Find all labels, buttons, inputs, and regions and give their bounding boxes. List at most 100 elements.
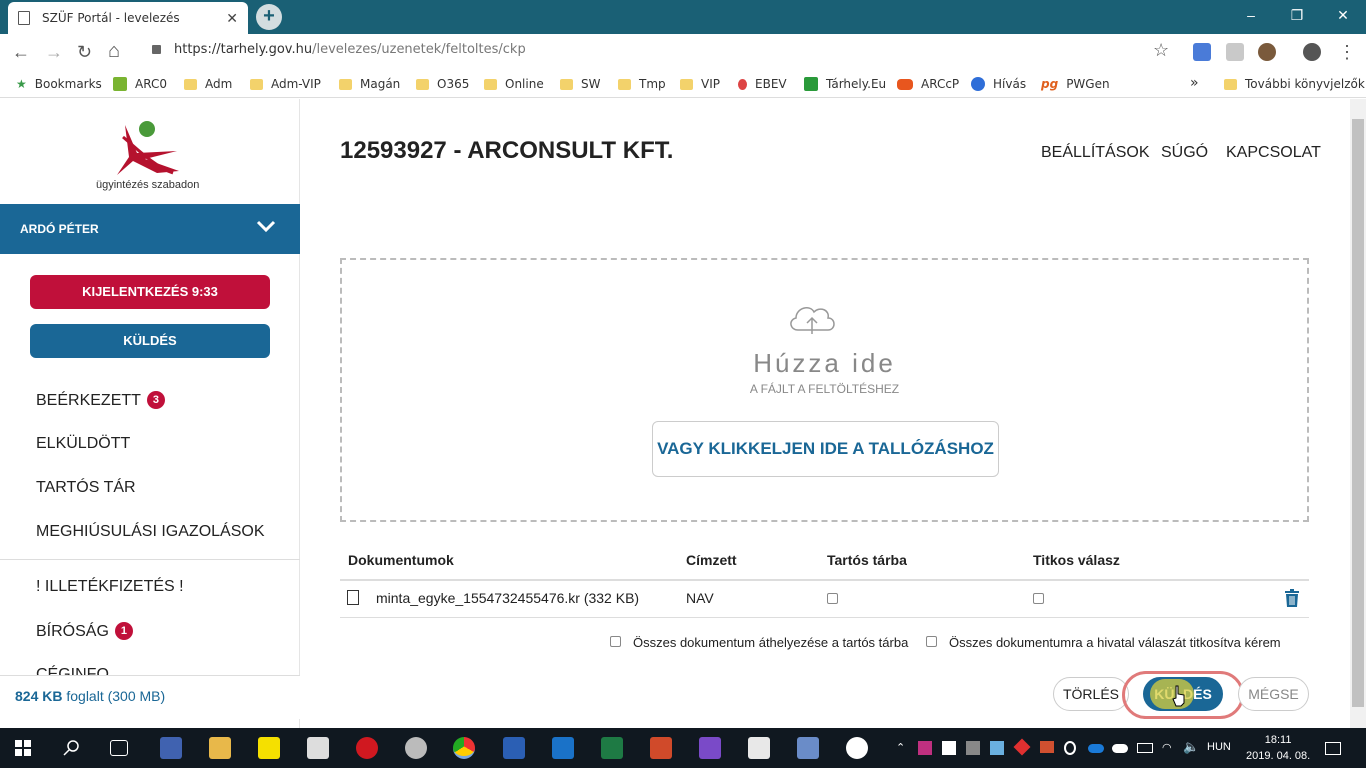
tray-tools-icon[interactable] (1040, 741, 1054, 753)
chevron-down-icon[interactable] (256, 216, 276, 236)
trash-icon[interactable] (1284, 589, 1300, 607)
nav-contact[interactable]: KAPCSOLAT (1226, 144, 1321, 162)
clock[interactable]: 18:11 2019. 04. 08. (1246, 732, 1310, 764)
file-explorer-icon[interactable] (209, 737, 231, 759)
tray-shield-icon[interactable] (942, 741, 956, 755)
tray-flag-icon[interactable] (966, 741, 980, 755)
calculator-icon[interactable] (307, 737, 329, 759)
security-app-icon[interactable] (405, 737, 427, 759)
bookmark-item[interactable]: Adm-VIP (250, 77, 321, 91)
permanent-checkbox[interactable] (827, 593, 838, 604)
new-tab-button[interactable]: + (256, 4, 282, 30)
wifi-icon[interactable]: ◠ (1162, 741, 1172, 754)
browse-button[interactable]: VAGY KLIKKELJEN IDE A TALLÓZÁSHOZ (652, 421, 999, 477)
language-indicator[interactable]: HUN (1207, 741, 1231, 753)
nav-settings[interactable]: BEÁLLÍTÁSOK (1041, 144, 1150, 162)
onedrive-icon[interactable] (1088, 744, 1104, 753)
bookmark-item[interactable]: O365 (416, 77, 469, 91)
windows-start-icon[interactable] (15, 740, 31, 756)
page-scrollbar[interactable] (1350, 99, 1366, 728)
sidebar-item-storage[interactable]: TARTÓS TÁR (36, 479, 136, 497)
bookmark-item[interactable]: ARC0 (113, 77, 167, 91)
tray-up-icon[interactable]: ⌃ (896, 741, 905, 754)
word-icon[interactable] (503, 737, 525, 759)
bookmark-item[interactable]: SW (560, 77, 600, 91)
bookmark-item[interactable]: Magán (339, 77, 400, 91)
bookmark-item[interactable]: ★ Bookmarks (16, 77, 102, 91)
sidebar-item-court[interactable]: BÍRÓSÁG 1 (36, 622, 133, 641)
close-tab-icon[interactable]: ✕ (226, 10, 238, 27)
sidebar-item-inbox[interactable]: BEÉRKEZETT 3 (36, 391, 165, 410)
cookie-extension-icon[interactable] (1258, 43, 1276, 61)
sidebar-item-sent[interactable]: ELKÜLDÖTT (36, 435, 130, 453)
send-nav-button[interactable]: KÜLDÉS (30, 324, 270, 358)
bookmark-item[interactable]: ARCcP (897, 77, 959, 91)
battery-icon[interactable] (1137, 743, 1153, 753)
nav-help[interactable]: SÚGÓ (1161, 144, 1208, 162)
powerpoint-icon[interactable] (650, 737, 672, 759)
tray-app-icon[interactable] (918, 741, 932, 755)
minimize-button[interactable]: – (1228, 0, 1274, 30)
volume-icon[interactable]: 🔈 (1183, 739, 1199, 755)
cancel-button[interactable]: MÉGSE (1238, 677, 1309, 711)
logout-button[interactable]: KIJELENTKEZÉS 9:33 (30, 275, 270, 309)
bookmark-item[interactable]: Adm (184, 77, 232, 91)
browser-menu-icon[interactable]: ⋮ (1338, 42, 1356, 63)
logo-tagline: ügyintézés szabadon (96, 179, 200, 191)
bookmark-item[interactable]: Online (484, 77, 544, 91)
bookmark-item[interactable]: Tmp (618, 77, 666, 91)
encrypt-all-label: Összes dokumentumra a hivatal válaszát t… (949, 635, 1281, 650)
bookmark-item[interactable]: pg PWGen (1041, 77, 1110, 91)
clock-time: 18:11 (1264, 734, 1292, 746)
onedrive-personal-icon[interactable] (1112, 744, 1128, 753)
bookmark-star-icon[interactable]: ☆ (1153, 40, 1169, 61)
task-view-icon[interactable] (110, 740, 128, 756)
url-path: /levelezes/uzenetek/feltoltes/ckp (312, 42, 526, 57)
home-icon[interactable]: ⌂ (108, 40, 120, 63)
folder-icon (618, 78, 631, 90)
search-icon[interactable] (63, 739, 81, 757)
user-menu[interactable]: ARDÓ PÉTER (0, 204, 300, 254)
todo-app-icon[interactable] (748, 737, 770, 759)
bookmark-item[interactable]: Hívás (971, 77, 1026, 91)
scroll-thumb[interactable] (1352, 119, 1364, 707)
translate-extension-icon[interactable] (1193, 43, 1211, 61)
folder-icon (184, 78, 197, 90)
star-icon: ★ (16, 77, 27, 91)
tray-red-icon[interactable] (1013, 738, 1031, 756)
outlook-icon[interactable] (552, 737, 574, 759)
chrome-icon[interactable] (453, 737, 475, 759)
secret-checkbox[interactable] (1033, 593, 1044, 604)
sidebar-item-failures[interactable]: MEGHIÚSULÁSI IGAZOLÁSOK (36, 523, 265, 541)
bookmark-item[interactable]: VIP (680, 77, 720, 91)
profile-avatar[interactable] (1303, 43, 1321, 61)
browser-tab[interactable]: SZÜF Portál - levelezés ✕ (8, 2, 248, 34)
folder-icon (560, 78, 573, 90)
move-all-checkbox[interactable] (610, 636, 621, 647)
bookmark-item[interactable]: Tárhely.Eu (804, 77, 886, 91)
back-icon[interactable]: ← (12, 42, 30, 63)
remote-desktop-icon[interactable] (797, 737, 819, 759)
encrypt-all-checkbox[interactable] (926, 636, 937, 647)
reload-icon[interactable]: ↻ (77, 42, 92, 63)
close-window-button[interactable]: ✕ (1320, 0, 1366, 30)
visual-studio-icon[interactable] (699, 737, 721, 759)
other-bookmarks[interactable]: További könyvjelzők (1224, 77, 1365, 91)
sticky-notes-icon[interactable] (258, 737, 280, 759)
bookmarks-overflow-icon[interactable]: » (1190, 75, 1199, 91)
sidebar-item-fees[interactable]: ! ILLETÉKFIZETÉS ! (36, 578, 184, 596)
excel-icon[interactable] (601, 737, 623, 759)
tray-network-drive-icon[interactable] (990, 741, 1004, 755)
tray-sync-icon[interactable] (1064, 741, 1076, 755)
notifications-icon[interactable] (1325, 742, 1341, 755)
forward-icon[interactable]: → (45, 42, 63, 63)
photos-app-icon[interactable] (846, 737, 868, 759)
save-app-icon[interactable] (160, 737, 182, 759)
js-extension-icon[interactable] (1226, 43, 1244, 61)
maximize-button[interactable]: ❐ (1274, 0, 1320, 30)
bookmark-item[interactable]: EBEV (738, 77, 787, 91)
url-field[interactable]: https://tarhely.gov.hu/levelezes/uzenete… (174, 42, 526, 57)
app-red-icon[interactable] (356, 737, 378, 759)
file-dropzone[interactable]: Húzza ide A FÁJLT A FELTÖLTÉSHEZ VAGY KL… (340, 258, 1309, 522)
delete-button[interactable]: TÖRLÉS (1053, 677, 1129, 711)
